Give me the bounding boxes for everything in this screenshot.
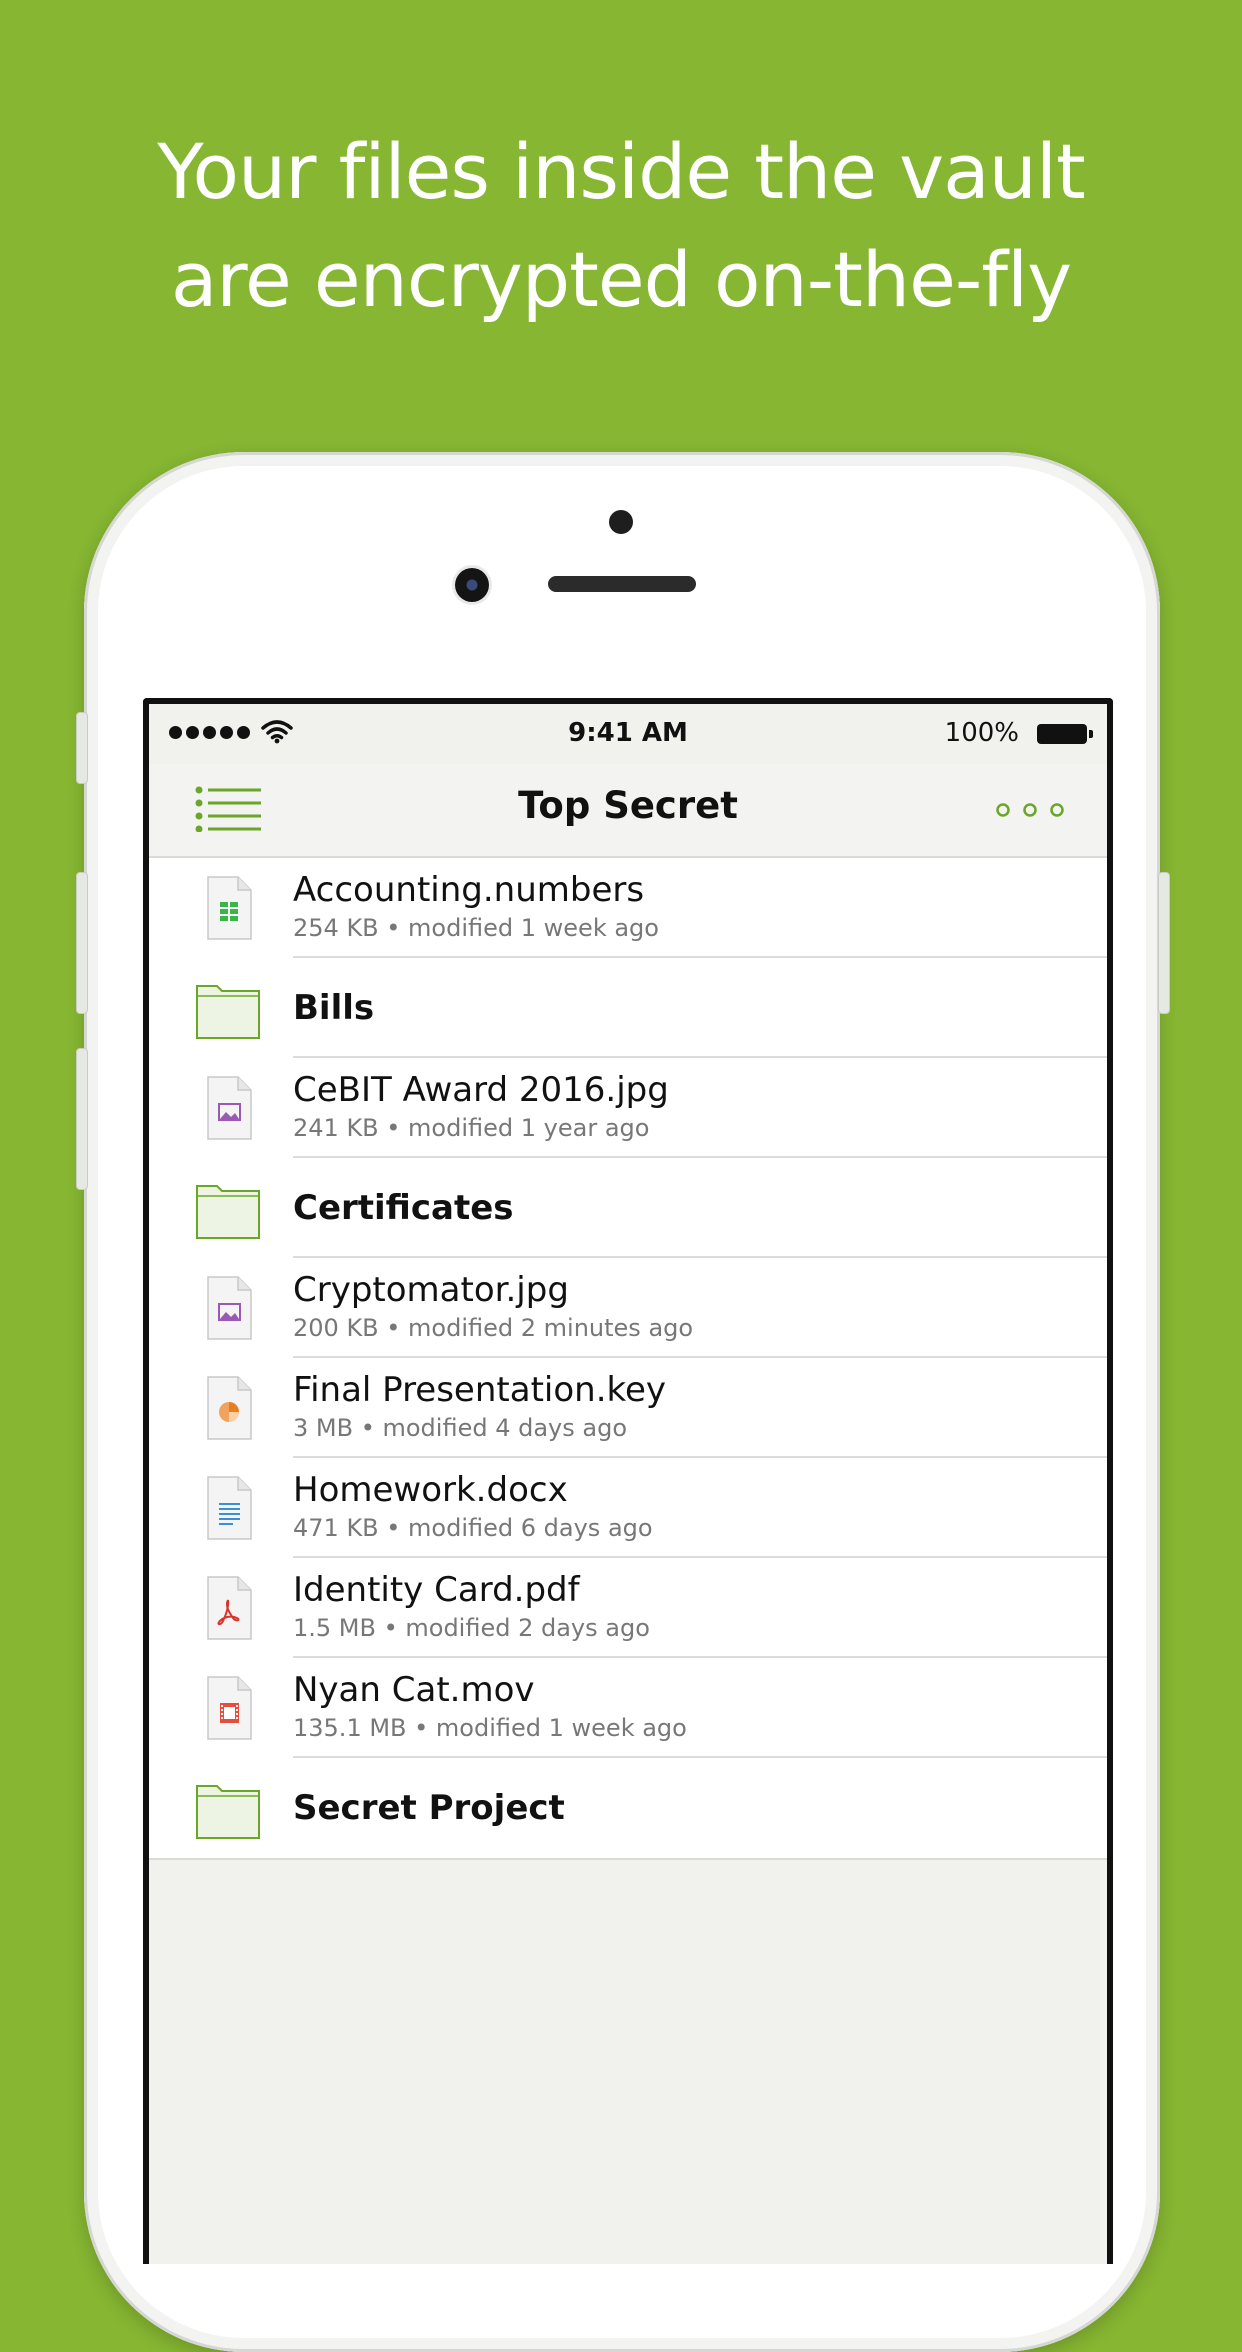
phone-front-camera [455,568,489,602]
video-file-icon [207,1676,252,1740]
file-list: Accounting.numbers 254 KB • modified 1 w… [149,858,1107,1860]
item-name: Identity Card.pdf [293,1570,580,1610]
item-meta: 135.1 MB • modified 1 week ago [293,1714,687,1742]
item-name: Secret Project [293,1788,565,1828]
list-item[interactable]: CeBIT Award 2016.jpg 241 KB • modified 1… [149,1058,1107,1158]
list-item[interactable]: Nyan Cat.mov 135.1 MB • modified 1 week … [149,1658,1107,1758]
item-name: Bills [293,988,375,1028]
phone-side-button [1158,872,1170,1014]
pdf-file-icon [207,1576,252,1640]
list-item[interactable]: Accounting.numbers 254 KB • modified 1 w… [149,858,1107,958]
image-file-icon [207,1276,252,1340]
more-options-icon[interactable] [995,792,1065,828]
folder-icon [196,1185,260,1239]
list-item[interactable]: Certificates [149,1158,1107,1258]
item-meta: 471 KB • modified 6 days ago [293,1514,653,1542]
item-name: Nyan Cat.mov [293,1670,535,1710]
image-file-icon [207,1076,252,1140]
item-meta: 200 KB • modified 2 minutes ago [293,1314,694,1342]
item-name: Accounting.numbers [293,870,645,910]
list-item[interactable]: Final Presentation.key 3 MB • modified 4… [149,1358,1107,1458]
page-title: Top Secret [518,784,738,827]
headline-line-2: are encrypted on-the-fly [170,235,1072,324]
item-meta: 1.5 MB • modified 2 days ago [293,1614,650,1642]
item-name: CeBIT Award 2016.jpg [293,1070,669,1110]
item-name: Certificates [293,1188,514,1228]
phone-speaker [548,576,696,592]
list-item[interactable]: Cryptomator.jpg 200 KB • modified 2 minu… [149,1258,1107,1358]
navigation-bar: Top Secret [149,764,1107,858]
numbers-file-icon [207,876,252,940]
phone-sensor [609,510,633,534]
list-item[interactable]: Homework.docx 471 KB • modified 6 days a… [149,1458,1107,1558]
item-name: Cryptomator.jpg [293,1270,569,1310]
folder-icon [196,985,260,1039]
list-item[interactable]: Secret Project [149,1758,1107,1858]
item-meta: 254 KB • modified 1 week ago [293,914,659,942]
item-name: Homework.docx [293,1470,568,1510]
battery-percentage: 100% [944,718,1019,748]
document-file-icon [207,1476,252,1540]
status-bar: 9:41 AM 100% [149,704,1107,764]
item-meta: 3 MB • modified 4 days ago [293,1414,627,1442]
list-item[interactable]: Identity Card.pdf 1.5 MB • modified 2 da… [149,1558,1107,1658]
keynote-file-icon [207,1376,252,1440]
item-meta: 241 KB • modified 1 year ago [293,1114,650,1142]
headline-line-1: Your files inside the vault [157,127,1086,216]
phone-side-button [76,872,88,1014]
folder-icon [196,1785,260,1839]
phone-side-button [76,712,88,784]
item-name: Final Presentation.key [293,1370,667,1410]
battery-icon [1037,724,1093,744]
phone-side-button [76,1048,88,1190]
phone-screen: 9:41 AM 100% Top Secret Accounting.numbe… [143,698,1113,2264]
headline: Your files inside the vault are encrypte… [0,118,1242,334]
list-item[interactable]: Bills [149,958,1107,1058]
